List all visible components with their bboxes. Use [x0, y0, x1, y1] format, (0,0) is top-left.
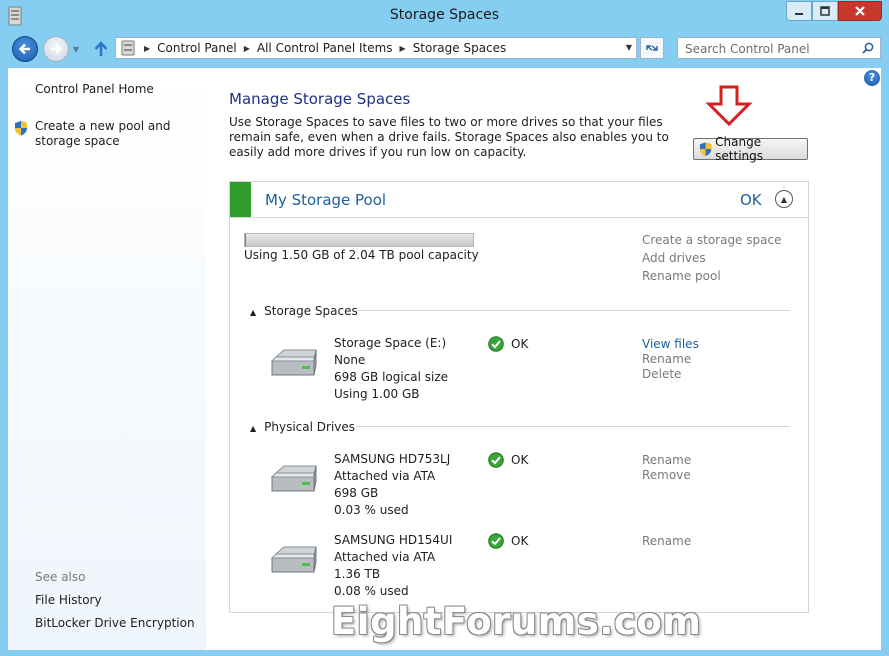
storage-space-status: OK [511, 337, 529, 351]
back-button[interactable] [12, 36, 38, 62]
drive-2-name: SAMSUNG HD154UI [334, 533, 453, 547]
sidebar-link-create-pool[interactable]: Create a new pool and storage space [35, 119, 203, 149]
drive-2-connection: Attached via ATA [334, 550, 436, 564]
main-content: ? Manage Storage Spaces Use Storage Spac… [206, 68, 881, 650]
physical-drives-section-header[interactable]: ▲ Physical Drives [250, 420, 355, 434]
physical-drives-section-title: Physical Drives [264, 420, 356, 434]
pool-status: OK [740, 191, 762, 209]
rename-pool-link[interactable]: Rename pool [642, 269, 721, 283]
page-title: Manage Storage Spaces [229, 90, 411, 108]
close-icon [855, 6, 865, 16]
forward-arrow-icon [51, 43, 63, 55]
see-also-label: See also [35, 570, 86, 584]
drive-1-rename-link[interactable]: Rename [642, 453, 691, 467]
collapse-triangle-icon: ▲ [250, 424, 257, 433]
forward-button[interactable] [43, 36, 69, 62]
add-drives-link[interactable]: Add drives [642, 251, 706, 265]
search-input[interactable]: Search Control Panel [677, 37, 881, 59]
section-divider [356, 426, 790, 427]
storage-space-details: Storage Space (E:) None 698 GB logical s… [334, 335, 448, 403]
back-arrow-icon [18, 43, 30, 55]
maximize-button[interactable] [812, 1, 838, 21]
breadcrumb-separator-icon[interactable]: ▶ [400, 44, 406, 53]
storage-pool-card: My Storage Pool OK ▲ Using 1.50 GB of 2.… [229, 181, 809, 613]
drive-2-details: SAMSUNG HD154UI Attached via ATA 1.36 TB… [334, 532, 452, 600]
drive-2-capacity: 1.36 TB [334, 567, 381, 581]
create-storage-space-link[interactable]: Create a storage space [642, 233, 781, 247]
delete-space-link[interactable]: Delete [642, 367, 681, 381]
ok-check-icon [488, 452, 504, 468]
capacity-progress-bar [244, 233, 474, 247]
control-panel-icon [121, 40, 135, 56]
hard-drive-icon [270, 349, 317, 376]
help-icon[interactable]: ? [864, 70, 880, 86]
sidebar-link-control-panel-home[interactable]: Control Panel Home [35, 82, 195, 97]
search-icon[interactable] [862, 42, 874, 54]
breadcrumb-separator-icon[interactable]: ▶ [144, 44, 150, 53]
rename-space-link[interactable]: Rename [642, 352, 691, 366]
title-bar: Storage Spaces [0, 0, 889, 32]
address-dropdown-chevron-down-icon[interactable]: ▼ [626, 43, 632, 52]
storage-space-resiliency: None [334, 353, 366, 367]
collapse-triangle-icon: ▲ [250, 308, 257, 317]
storage-spaces-section-header[interactable]: ▲ Storage Spaces [250, 304, 358, 318]
navigation-bar: ▼ ▶ Control Panel ▶ All Control Panel It… [0, 32, 889, 66]
breadcrumb-storage-spaces[interactable]: Storage Spaces [413, 41, 507, 55]
storage-space-usage: Using 1.00 GB [334, 387, 420, 401]
uac-shield-icon [15, 121, 27, 136]
ok-check-icon [488, 336, 504, 352]
minimize-icon [795, 13, 803, 15]
hard-drive-icon [270, 546, 317, 573]
window-frame: Storage Spaces ▼ ▶ Control Panel ▶ All C… [0, 0, 889, 656]
address-bar[interactable]: ▶ Control Panel ▶ All Control Panel Item… [115, 37, 637, 59]
window-title: Storage Spaces [389, 7, 500, 23]
section-divider [356, 310, 790, 311]
pool-status-bar [230, 182, 251, 217]
drive-2-rename-link[interactable]: Rename [642, 534, 691, 548]
recent-pages-chevron-down-icon[interactable]: ▼ [73, 45, 83, 55]
drive-1-status: OK [511, 453, 529, 467]
hard-drive-icon [270, 465, 317, 492]
sidebar-link-file-history[interactable]: File History [35, 593, 102, 608]
drive-1-connection: Attached via ATA [334, 469, 436, 483]
drive-2-usage: 0.08 % used [334, 584, 409, 598]
pool-name: My Storage Pool [265, 191, 387, 209]
change-settings-label: Change settings [715, 135, 764, 163]
page-description: Use Storage Spaces to save files to two … [229, 115, 669, 159]
storage-space-logical-size: 698 GB logical size [334, 370, 449, 384]
storage-spaces-section-title: Storage Spaces [264, 304, 358, 318]
view-files-link[interactable]: View files [642, 337, 699, 351]
refresh-icon [646, 45, 658, 51]
close-button[interactable] [838, 1, 882, 21]
sidebar-link-bitlocker[interactable]: BitLocker Drive Encryption [35, 616, 195, 631]
minimize-button[interactable] [786, 1, 812, 21]
up-button[interactable] [92, 38, 110, 60]
drive-1-capacity: 698 GB [334, 486, 379, 500]
storage-space-name: Storage Space (E:) [334, 336, 447, 350]
ok-check-icon [488, 533, 504, 549]
breadcrumb-separator-icon[interactable]: ▶ [244, 44, 250, 53]
change-settings-button[interactable]: Change settings [693, 135, 808, 163]
breadcrumb-all-items[interactable]: All Control Panel Items [257, 41, 393, 55]
maximize-icon [820, 6, 830, 16]
drive-1-remove-link[interactable]: Remove [642, 468, 691, 482]
drive-1-name: SAMSUNG HD753LJ [334, 452, 451, 466]
uac-shield-icon [699, 142, 712, 157]
refresh-button[interactable] [640, 37, 664, 59]
sidebar: Control Panel Home Create a new pool and… [8, 68, 206, 650]
up-arrow-icon [94, 41, 108, 56]
drive-2-status: OK [511, 534, 529, 548]
drive-1-usage: 0.03 % used [334, 503, 409, 517]
pool-header: My Storage Pool OK ▲ [230, 182, 808, 218]
drive-1-details: SAMSUNG HD753LJ Attached via ATA 698 GB … [334, 451, 450, 519]
collapse-pool-button[interactable]: ▲ [775, 190, 793, 208]
breadcrumb-control-panel[interactable]: Control Panel [157, 41, 237, 55]
red-down-arrow-icon [705, 85, 753, 127]
capacity-text: Using 1.50 GB of 2.04 TB pool capacity [244, 248, 479, 262]
search-placeholder: Search Control Panel [685, 42, 810, 56]
watermark: EightForums.com [331, 600, 702, 643]
chevron-up-icon: ▲ [780, 194, 788, 204]
